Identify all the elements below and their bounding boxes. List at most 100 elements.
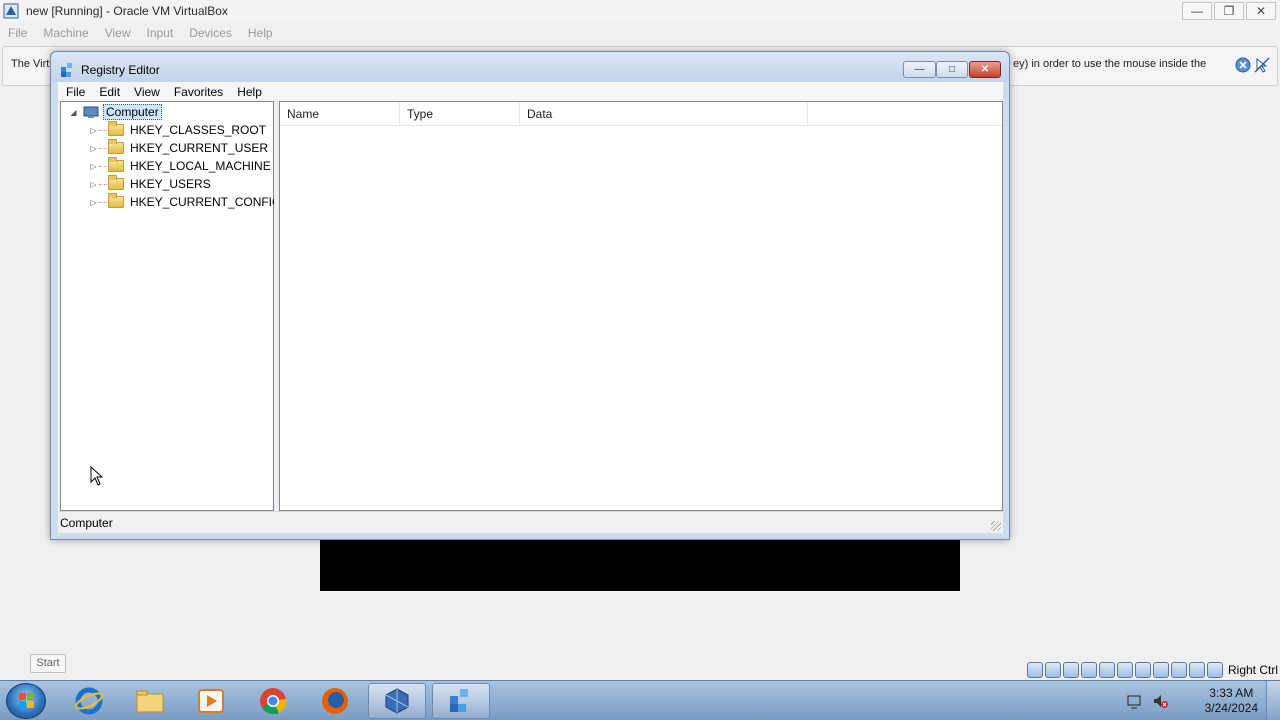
notice-text-start: The Virtu (11, 58, 56, 70)
volume-muted-icon[interactable] (1152, 693, 1168, 709)
tree-label-hkcu[interactable]: HKEY_CURRENT_USER (130, 141, 268, 155)
restore-icon: ❐ (1223, 4, 1235, 18)
regedit-menubar: File Edit View Favorites Help (58, 82, 1003, 101)
cpu-icon[interactable] (1170, 662, 1187, 678)
keyboard-capture-icon[interactable] (1206, 662, 1223, 678)
menu-machine[interactable]: Machine (43, 26, 88, 40)
taskbar-registry-editor[interactable] (432, 683, 490, 719)
taskbar-media-player[interactable] (182, 683, 240, 719)
windows-logo-icon (19, 693, 34, 708)
collapse-arrow-icon[interactable]: ◢ (69, 108, 78, 117)
resize-grip-icon[interactable] (991, 521, 1001, 531)
close-button[interactable]: ✕ (1246, 2, 1276, 20)
registry-editor-icon (450, 689, 468, 712)
folder-icon (108, 193, 124, 208)
tree-label-computer[interactable]: Computer (103, 104, 162, 120)
menu-file[interactable]: File (8, 26, 27, 40)
usb-icon[interactable] (1098, 662, 1115, 678)
network-icon[interactable] (1080, 662, 1097, 678)
status-path: Computer (60, 516, 113, 530)
chrome-icon (260, 688, 287, 715)
menu-input[interactable]: Input (147, 26, 174, 40)
display-icon[interactable] (1134, 662, 1151, 678)
computer-icon (83, 106, 99, 119)
registry-values-pane[interactable]: Name Type Data (279, 101, 1003, 511)
folder-icon (108, 121, 124, 136)
tree-label-hkcr[interactable]: HKEY_CLASSES_ROOT (130, 123, 266, 137)
menu-view[interactable]: View (105, 26, 131, 40)
shared-folders-icon[interactable] (1116, 662, 1133, 678)
expand-arrow-icon[interactable]: ▷ (89, 198, 98, 207)
regedit-menu-file[interactable]: File (66, 85, 85, 99)
taskbar-firefox[interactable] (306, 683, 364, 719)
show-desktop-button[interactable] (1266, 681, 1280, 720)
tree-node-hkcc[interactable]: ▷ HKEY_CURRENT_CONFIG (89, 193, 281, 211)
start-tooltip: Start (30, 654, 66, 673)
registry-tree-pane[interactable]: ◢ Computer ▷ HKEY_CLASSES_ROOT ▷ HKEY_CU… (60, 101, 281, 511)
window-title: new [Running] - Oracle VM VirtualBox (26, 4, 228, 18)
virtualbox-menubar: File Machine View Input Devices Help (0, 22, 1280, 44)
video-capture-icon[interactable] (1152, 662, 1169, 678)
tree-label-hkcc[interactable]: HKEY_CURRENT_CONFIG (130, 195, 281, 209)
taskbar-chrome[interactable] (244, 683, 302, 719)
regedit-menu-favorites[interactable]: Favorites (174, 85, 223, 99)
virtualbox-titlebar: new [Running] - Oracle VM VirtualBox — ❐… (0, 0, 1280, 22)
mouse-integration-icon[interactable] (1188, 662, 1205, 678)
clock-time: 3:33 AM (1209, 686, 1254, 700)
notice-info-close-icon[interactable] (1235, 57, 1251, 73)
tree-label-hku[interactable]: HKEY_USERS (130, 177, 211, 191)
tree-label-hklm[interactable]: HKEY_LOCAL_MACHINE (130, 159, 271, 173)
column-header-name[interactable]: Name (280, 102, 400, 126)
tree-node-hklm[interactable]: ▷ HKEY_LOCAL_MACHINE (89, 157, 271, 175)
tree-node-computer[interactable]: ◢ Computer (69, 103, 162, 121)
regedit-close-button[interactable]: ✕ (969, 61, 1001, 78)
regedit-body: ◢ Computer ▷ HKEY_CLASSES_ROOT ▷ HKEY_CU… (58, 101, 1003, 511)
notice-mouse-integration-icon[interactable] (1254, 57, 1270, 73)
maximize-icon: □ (948, 64, 956, 75)
tree-node-hkcu[interactable]: ▷ HKEY_CURRENT_USER (89, 139, 268, 157)
column-header-data[interactable]: Data (520, 102, 808, 126)
action-center-icon[interactable] (1126, 693, 1142, 709)
regedit-menu-help[interactable]: Help (237, 85, 262, 99)
regedit-menu-edit[interactable]: Edit (99, 85, 120, 99)
host-key-label: Right Ctrl (1227, 663, 1278, 677)
registry-editor-titlebar[interactable]: Registry Editor — □ ✕ (51, 52, 1009, 82)
audio-icon[interactable] (1062, 662, 1079, 678)
taskbar-windows-explorer[interactable] (121, 683, 179, 719)
taskbar-virtualbox[interactable] (368, 683, 426, 719)
expand-arrow-icon[interactable]: ▷ (89, 162, 98, 171)
start-button[interactable] (6, 683, 46, 719)
firefox-icon (322, 688, 348, 714)
guest-black-region (320, 540, 960, 591)
minimize-icon: — (914, 64, 925, 75)
menu-help[interactable]: Help (248, 26, 273, 40)
close-icon: ✕ (980, 64, 990, 75)
mouse-cursor-icon (90, 465, 104, 486)
close-icon: ✕ (1255, 4, 1267, 18)
registry-editor-window: Registry Editor — □ ✕ File Edit View Fav… (50, 51, 1010, 540)
hard-disk-icon[interactable] (1026, 662, 1043, 678)
folder-icon (136, 690, 164, 713)
registry-editor-title: Registry Editor (81, 63, 160, 77)
taskbar: 3:33 AM 3/24/2024 (0, 680, 1280, 720)
virtualbox-status-bar: Right Ctrl (1026, 661, 1280, 679)
expand-arrow-icon[interactable]: ▷ (89, 180, 98, 189)
regedit-statusbar: Computer (58, 511, 1003, 533)
tree-node-hku[interactable]: ▷ HKEY_USERS (89, 175, 211, 193)
regedit-maximize-button[interactable]: □ (936, 61, 968, 78)
expand-arrow-icon[interactable]: ▷ (89, 144, 98, 153)
menu-devices[interactable]: Devices (189, 26, 232, 40)
optical-drive-icon[interactable] (1044, 662, 1061, 678)
minimize-button[interactable]: — (1182, 2, 1212, 20)
internet-explorer-icon (75, 687, 103, 715)
tree-node-hkcr[interactable]: ▷ HKEY_CLASSES_ROOT (89, 121, 266, 139)
expand-arrow-icon[interactable]: ▷ (89, 126, 98, 135)
virtualbox-app-icon (3, 3, 19, 19)
column-header-type[interactable]: Type (400, 102, 520, 126)
taskbar-clock[interactable]: 3:33 AM 3/24/2024 (1205, 686, 1258, 716)
restore-button[interactable]: ❐ (1214, 2, 1244, 20)
taskbar-internet-explorer[interactable] (60, 683, 118, 719)
regedit-menu-view[interactable]: View (134, 85, 160, 99)
virtualbox-icon (385, 688, 409, 714)
regedit-minimize-button[interactable]: — (903, 61, 936, 78)
